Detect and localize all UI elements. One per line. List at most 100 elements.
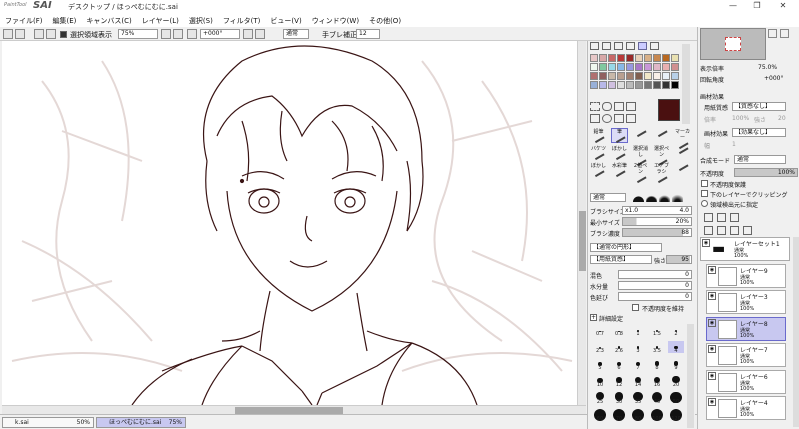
layer-item[interactable]: ◉ レイヤー9 通常 100% [706, 263, 786, 288]
detail-expand-icon[interactable]: + [590, 314, 597, 321]
visibility-eye-icon[interactable]: ◉ [702, 239, 710, 247]
keep-opacity-checkbox[interactable] [632, 304, 639, 311]
delete-layer-icon[interactable] [743, 226, 752, 235]
color-swatch[interactable] [653, 81, 661, 89]
size-preset[interactable]: 30 [611, 392, 627, 405]
color-swatch[interactable] [608, 63, 616, 71]
document-tab[interactable]: k.sai 50% [2, 417, 94, 428]
color-swatch[interactable] [617, 54, 625, 62]
layer-list-scrollbar[interactable] [793, 237, 799, 427]
color-swatch[interactable] [644, 63, 652, 71]
hsv-slider-icon[interactable] [614, 42, 623, 50]
color-swatch[interactable] [617, 63, 625, 71]
blending-slider[interactable]: 0 [618, 270, 692, 279]
size-preset[interactable]: 60 [592, 409, 608, 422]
layer-blend-select[interactable]: 通常 [734, 155, 786, 164]
brush-shape-select[interactable]: 【通常の円形】 [590, 243, 662, 252]
color-swatch[interactable] [671, 54, 679, 62]
color-swatch[interactable] [626, 81, 634, 89]
swatch-scrollbar[interactable] [682, 44, 690, 124]
tool-button[interactable]: 筆 [611, 128, 628, 144]
tool-button[interactable]: エアブラシ [653, 162, 670, 184]
rotate-right-icon[interactable] [243, 29, 253, 39]
color-swatch[interactable] [608, 72, 616, 80]
swatch-icon[interactable] [638, 42, 647, 50]
color-swatch[interactable] [599, 81, 607, 89]
color-swatch[interactable] [599, 72, 607, 80]
tool-button[interactable]: ぼかし [590, 162, 607, 178]
layer-item[interactable]: ◉ レイヤー7 通常 100% [706, 343, 786, 367]
minimize-button[interactable]: — [722, 1, 744, 13]
menu-other[interactable]: その他(O) [364, 14, 406, 27]
color-swatch[interactable] [617, 72, 625, 80]
color-swatch[interactable] [590, 81, 598, 89]
color-swatch[interactable] [671, 81, 679, 89]
color-swatch[interactable] [653, 72, 661, 80]
color-swatch[interactable] [653, 54, 661, 62]
zoom-out-icon[interactable] [161, 29, 171, 39]
maximize-button[interactable]: ❐ [746, 1, 768, 13]
color-swatch[interactable] [644, 81, 652, 89]
size-preset[interactable]: 3.5 [649, 341, 665, 354]
selection-source-checkbox[interactable] [701, 200, 708, 207]
color-swatch[interactable] [662, 54, 670, 62]
menu-file[interactable]: ファイル(F) [0, 14, 48, 27]
visibility-eye-icon[interactable]: ◉ [708, 265, 716, 274]
color-swatch[interactable] [599, 63, 607, 71]
zoom-in-icon[interactable] [173, 29, 183, 39]
size-preset[interactable]: 70 [611, 409, 627, 422]
redo-icon[interactable] [15, 29, 25, 39]
size-preset[interactable]: 2.3 [592, 341, 608, 354]
size-preset[interactable]: 9 [668, 358, 684, 371]
layer-item[interactable]: ◉ レイヤー3 通常 100% [706, 290, 786, 314]
close-button[interactable]: ✕ [772, 1, 794, 13]
nav-zoom-in-icon[interactable] [768, 29, 777, 38]
magic-wand-icon[interactable] [614, 102, 624, 111]
transfer-down-icon[interactable] [704, 226, 713, 235]
size-preset[interactable]: 0.7 [592, 324, 608, 337]
menu-canvas[interactable]: キャンバス(C) [81, 14, 136, 27]
tool-button[interactable]: 選択ペン [653, 145, 670, 167]
color-swatch[interactable] [590, 63, 598, 71]
size-preset[interactable]: 3 [630, 341, 646, 354]
clipping-checkbox[interactable] [701, 190, 708, 197]
tool-button[interactable]: 2値ペン [632, 162, 649, 184]
drawing-canvas[interactable] [2, 41, 577, 405]
blend-mode-select[interactable]: 通常 [283, 29, 309, 39]
menu-window[interactable]: ウィンドウ(W) [307, 14, 364, 27]
new-layer-icon[interactable] [704, 213, 713, 222]
current-color-swatch[interactable] [658, 99, 680, 121]
size-preset[interactable]: 40 [649, 392, 665, 405]
size-preset[interactable]: 4 [668, 341, 684, 354]
eyedropper-icon[interactable] [626, 102, 636, 111]
color-swatch[interactable] [635, 81, 643, 89]
move-icon[interactable] [590, 114, 600, 123]
navigator-viewport[interactable] [725, 37, 741, 51]
color-swatch[interactable] [617, 81, 625, 89]
size-preset-scrollbar[interactable] [687, 324, 694, 428]
size-preset[interactable]: 80 [630, 409, 646, 422]
color-swatch[interactable] [644, 72, 652, 80]
size-preset[interactable]: 1 [630, 324, 646, 337]
size-preset[interactable]: 12 [611, 375, 627, 388]
color-swatch[interactable] [635, 72, 643, 80]
tool-button[interactable]: 水彩筆 [611, 162, 628, 178]
rotate-reset-icon[interactable] [255, 29, 265, 39]
tool-button[interactable]: 選択消し [632, 145, 649, 167]
color-swatch[interactable] [626, 63, 634, 71]
color-swatch[interactable] [608, 81, 616, 89]
size-preset[interactable]: 16 [649, 375, 665, 388]
brush-texture-select[interactable]: 【用紙質感】 [590, 255, 652, 264]
layer-folder[interactable]: ◉ ▬ レイヤーセット1 通常 100% [700, 237, 790, 261]
zoom-icon[interactable] [602, 114, 612, 123]
tool-button[interactable]: マーカー [674, 128, 691, 150]
canvas-horizontal-scrollbar[interactable] [2, 405, 586, 414]
nav-zoom-out-icon[interactable] [780, 29, 789, 38]
rotate-left-icon[interactable] [187, 29, 197, 39]
size-preset[interactable]: 1.5 [649, 324, 665, 337]
layer-item[interactable]: ◉ レイヤー6 通常 100% [706, 369, 786, 394]
tool-button[interactable]: 鉛筆 [590, 128, 607, 144]
tool-button[interactable] [674, 144, 691, 160]
new-folder-icon[interactable] [730, 213, 739, 222]
visibility-eye-icon[interactable]: ◉ [708, 398, 716, 406]
